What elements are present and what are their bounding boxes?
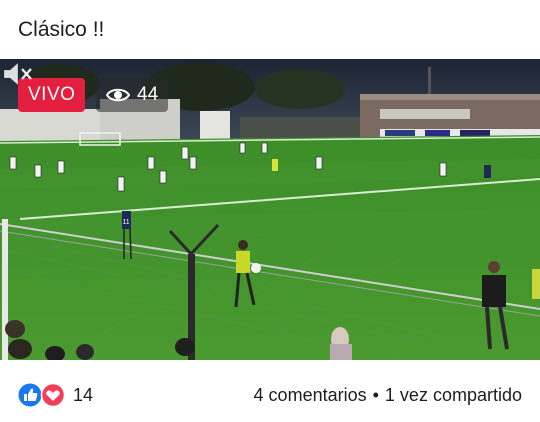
viewer-count-badge: 44 [96,78,168,112]
post-title: Clásico !! [18,18,105,41]
love-icon [40,383,66,407]
reaction-count[interactable]: 14 [73,385,93,406]
video-player[interactable]: 11 VIVO 44 [0,59,540,360]
like-icon [18,383,42,407]
stats-separator: • [372,385,379,405]
reactions-summary[interactable] [18,383,68,407]
post-footer: 14 4 comentarios • 1 vez compartido [0,360,540,422]
speaker-muted-icon[interactable] [0,59,34,89]
player-number: 11 [122,219,129,226]
comments-link[interactable]: 4 comentarios [254,385,367,405]
viewer-count: 44 [137,84,159,105]
shares-link[interactable]: 1 vez compartido [385,385,522,405]
eye-icon [106,88,130,102]
engagement-stats: 4 comentarios • 1 vez compartido [254,385,522,406]
